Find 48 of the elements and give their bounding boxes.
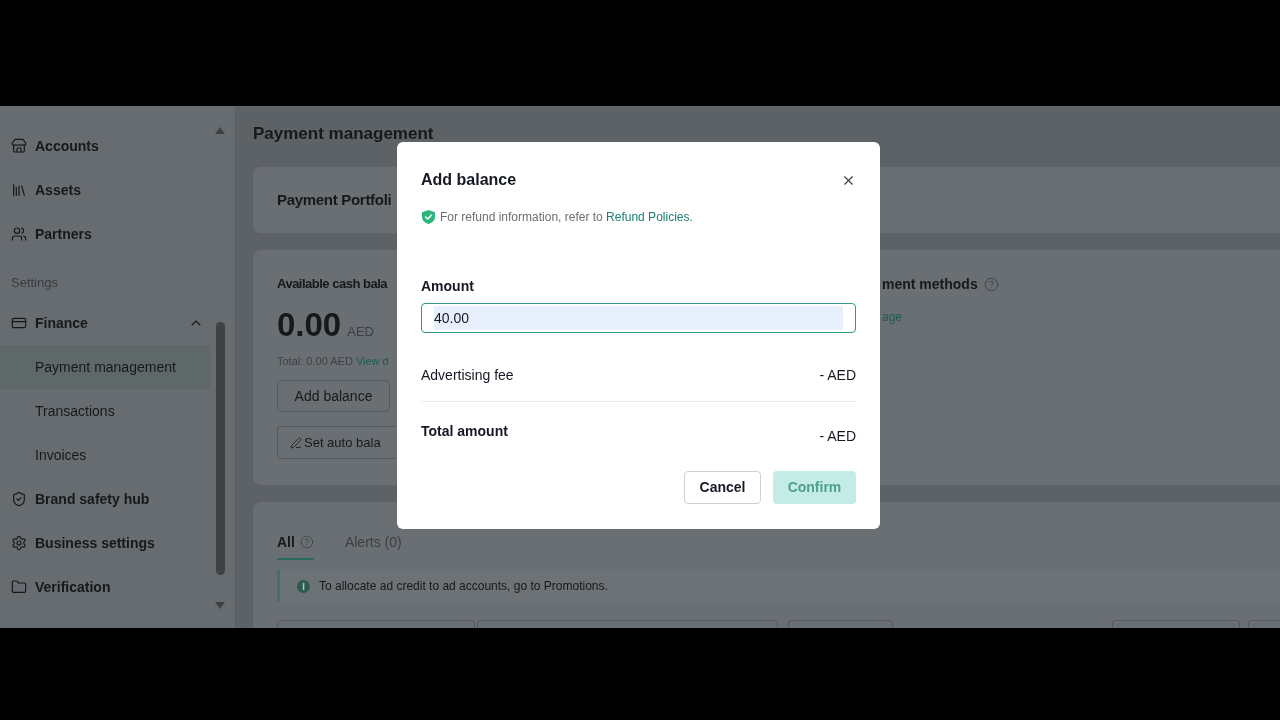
refund-notice-text: For refund information, refer to Refund Policies.: [440, 209, 693, 226]
fee-value: - AED: [819, 365, 856, 385]
sidebar-item[interactable]: Verification: [0, 565, 210, 609]
shield-check-icon: [422, 210, 435, 224]
total-label: Total amount: [421, 422, 508, 441]
info-text: To allocate ad credit to ad accounts, go to Promotions.: [319, 578, 608, 595]
tab[interactable]: All: [277, 522, 314, 560]
balance-amount: 0.00: [277, 307, 342, 343]
settings-icon: [11, 535, 27, 551]
amount-input[interactable]: 40.00: [421, 303, 856, 333]
shield-check-icon: [11, 491, 27, 507]
info-icon: [297, 579, 310, 593]
input-field[interactable]: [477, 620, 778, 628]
help-icon: [299, 535, 314, 549]
sidebar-subitem[interactable]: Invoices: [0, 433, 210, 477]
caret-up-icon[interactable]: [215, 127, 225, 134]
books-icon: [11, 182, 27, 198]
total-value: - AED: [819, 427, 856, 446]
pencil-icon: [290, 436, 302, 449]
portfolio-title: Payment Portfoli: [277, 189, 392, 210]
users-icon: [11, 226, 27, 242]
credit-card-icon: [11, 315, 27, 331]
payment-methods-heading: ment methods: [882, 274, 978, 294]
add-balance-button[interactable]: Add balance: [277, 380, 390, 412]
sidebar-item[interactable]: Business settings: [0, 521, 210, 565]
help-icon[interactable]: [983, 276, 999, 292]
fee-label: Advertising fee: [421, 365, 514, 385]
balance-heading: Available cash bala: [277, 275, 387, 293]
cancel-button[interactable]: Cancel: [684, 471, 761, 504]
store-icon: [11, 138, 27, 154]
sidebar-group[interactable]: Finance: [0, 301, 210, 345]
folder-icon: [11, 579, 27, 595]
input-field[interactable]: [277, 620, 475, 628]
caret-down-icon[interactable]: [215, 602, 225, 609]
dialog-title: Add balance: [421, 170, 517, 190]
amount-label: Amount: [421, 277, 474, 296]
input-field[interactable]: [1112, 620, 1240, 628]
auto-balance-button[interactable]: Set auto bala: [277, 426, 396, 459]
sidebar-item[interactable]: Assets: [0, 168, 210, 212]
scrollbar-thumb[interactable]: [215, 322, 225, 575]
page-title: Payment management: [253, 123, 434, 145]
sidebar-item[interactable]: Partners: [0, 212, 210, 256]
sidebar-item[interactable]: Brand safety hub: [0, 477, 210, 521]
input-field[interactable]: [1248, 620, 1280, 628]
sidebar-subitem[interactable]: Transactions: [0, 389, 210, 433]
sidebar-subitem[interactable]: Payment management: [0, 345, 210, 389]
sidebar-item[interactable]: Accounts: [0, 124, 210, 168]
input-field[interactable]: [788, 620, 893, 628]
